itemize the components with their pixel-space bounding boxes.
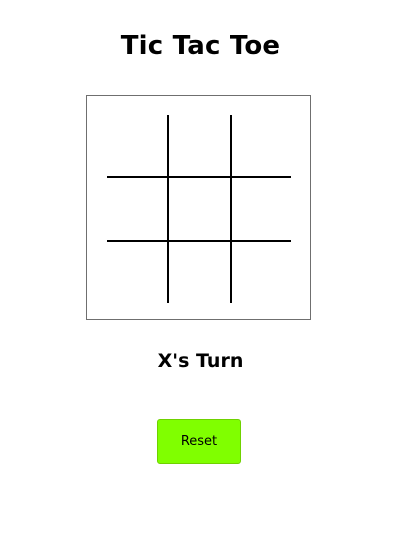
board-cell-4[interactable]: [107, 178, 167, 240]
game-board: [86, 95, 311, 320]
turn-status: X's Turn: [157, 350, 244, 372]
board-cell-5[interactable]: [169, 178, 230, 240]
board-cell-8[interactable]: [169, 242, 230, 303]
board-cell-7[interactable]: [107, 242, 167, 303]
board-cell-9[interactable]: [232, 242, 291, 303]
board-cell-1[interactable]: [107, 115, 167, 176]
board-grid: [107, 115, 291, 303]
board-cell-2[interactable]: [169, 115, 230, 176]
reset-button[interactable]: Reset: [157, 419, 241, 464]
board-cell-6[interactable]: [232, 178, 291, 240]
game-title: Tic Tac Toe: [120, 31, 281, 61]
board-cell-3[interactable]: [232, 115, 291, 176]
